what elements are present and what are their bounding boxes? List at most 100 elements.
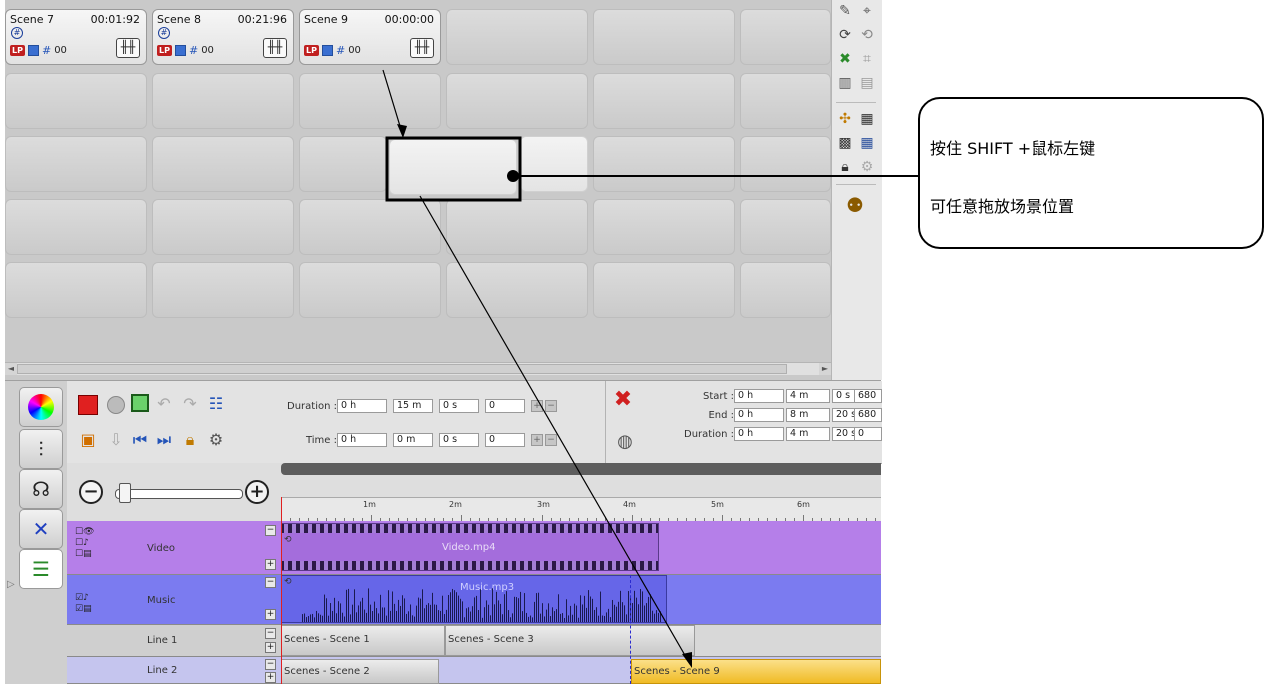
empty-scene-cell[interactable] (5, 262, 147, 318)
empty-scene-cell[interactable] (593, 262, 735, 318)
line-2-lane[interactable]: Scenes - Scene 2 Scenes - Scene 9 (281, 657, 881, 684)
range-duration-minutes-field[interactable]: 4 m (786, 427, 830, 441)
redo-icon[interactable]: ↷ (179, 393, 201, 415)
empty-scene-cell[interactable] (740, 136, 831, 192)
empty-scene-cell[interactable] (299, 262, 441, 318)
collapse-icon[interactable]: − (265, 525, 276, 536)
music-clip[interactable]: ⟲ Music.mp3 (281, 575, 667, 623)
scene-clip[interactable]: Scenes - Scene 2 (281, 659, 439, 684)
empty-scene-cell[interactable] (740, 199, 831, 255)
next-icon[interactable]: ⏭ (153, 429, 175, 451)
end-hours-field[interactable]: 0 h (734, 408, 784, 422)
sync-icon[interactable]: ⟳ (836, 26, 854, 44)
range-duration-frames-field[interactable]: 0 (854, 427, 882, 441)
zoom-slider-knob[interactable] (119, 483, 131, 503)
pause-icon[interactable] (131, 394, 149, 412)
stop-icon[interactable] (78, 395, 98, 415)
filter-icon[interactable]: ▤ (858, 74, 876, 92)
record-icon[interactable] (107, 396, 125, 414)
dragged-scene-ghost[interactable] (389, 139, 517, 195)
duration-seconds-field[interactable]: 0 s (439, 399, 479, 413)
scene-clip[interactable]: Scenes - Scene 3 (445, 625, 695, 656)
start-frames-field[interactable]: 680 (854, 389, 882, 403)
start-minutes-field[interactable]: 4 m (786, 389, 830, 403)
range-duration-hours-field[interactable]: 0 h (734, 427, 784, 441)
scroll-right-icon[interactable]: ► (819, 363, 831, 375)
empty-scene-cell[interactable] (299, 136, 387, 192)
pin-icon[interactable]: ⌖ (858, 2, 876, 20)
curve-tab[interactable]: ✕ (19, 509, 63, 549)
empty-scene-cell[interactable] (740, 73, 831, 129)
empty-scene-cell[interactable] (299, 199, 441, 255)
fader-icon[interactable]: ╫╫ (263, 38, 287, 58)
empty-scene-cell[interactable] (152, 262, 294, 318)
scene-cell-9[interactable]: Scene 9 00:00:00 LP # 00 ╫╫ (299, 9, 441, 65)
palette-icon[interactable]: ◍ (614, 431, 636, 453)
empty-scene-cell[interactable] (5, 136, 147, 192)
empty-scene-cell[interactable] (446, 73, 588, 129)
fader-icon[interactable]: ╫╫ (116, 38, 140, 58)
timeline-scrollbar[interactable] (281, 463, 881, 475)
columns-icon[interactable]: ▥ (836, 74, 854, 92)
range-marker[interactable] (630, 575, 631, 684)
fader-icon[interactable]: ╫╫ (410, 38, 434, 58)
color-wheel-tab[interactable] (19, 387, 63, 427)
selected-scene-clip[interactable]: Scenes - Scene 9 (631, 659, 881, 684)
delete-icon[interactable]: ✖ (612, 389, 634, 411)
shuffle-icon[interactable]: ✣ (836, 110, 854, 128)
expand-icon[interactable]: + (265, 672, 276, 683)
collapse-icon[interactable]: − (265, 628, 276, 639)
zoom-out-icon[interactable]: − (79, 480, 103, 504)
empty-scene-cell[interactable] (152, 136, 294, 192)
playhead[interactable] (281, 497, 282, 684)
duration-minutes-field[interactable]: 15 m (393, 399, 433, 413)
collapse-icon[interactable]: − (265, 659, 276, 670)
duration-hours-field[interactable]: 0 h (337, 399, 387, 413)
empty-scene-cell[interactable] (446, 9, 588, 65)
zoom-slider[interactable] (115, 489, 243, 499)
grid-small-icon[interactable]: ▩ (836, 134, 854, 152)
scene-cell-7[interactable]: Scene 7 00:01:92 # LP # 00 ╫╫ (5, 9, 147, 65)
time-scale[interactable]: 1m 2m 3m 4m 5m 6m (281, 497, 881, 522)
people-icon[interactable]: ⚉ (840, 195, 870, 222)
decrement-icon[interactable]: − (545, 434, 557, 446)
mixer-tab[interactable]: ⫶ (19, 429, 63, 469)
collapse-arrow-icon[interactable]: ▷ (7, 579, 15, 590)
end-minutes-field[interactable]: 8 m (786, 408, 830, 422)
audio-settings-tab[interactable]: ☊ (19, 469, 63, 509)
duration-frames-field[interactable]: 0 (485, 399, 525, 413)
scene-clip[interactable]: Scenes - Scene 1 (281, 625, 445, 656)
undo-icon[interactable]: ↶ (153, 393, 175, 415)
music-track-lane[interactable]: ⟲ Music.mp3 (281, 575, 881, 625)
line-1-lane[interactable]: Scenes - Scene 1 Scenes - Scene 3 (281, 625, 881, 657)
list-icon[interactable]: ☷ (205, 393, 227, 415)
timeline-tab[interactable]: ☰ (19, 549, 63, 589)
scroll-thumb[interactable] (17, 364, 787, 374)
track-toggles[interactable]: ☐👁︎ ☐♪ ☐▤ (75, 527, 95, 560)
expand-icon[interactable]: + (265, 559, 276, 570)
zoom-in-icon[interactable]: + (245, 480, 269, 504)
video-clip[interactable]: ⟲ Video.mp4 (281, 523, 659, 571)
end-frames-field[interactable]: 680 (854, 408, 882, 422)
download-icon[interactable]: ⇩ (105, 429, 127, 451)
time-seconds-field[interactable]: 0 s (439, 433, 479, 447)
empty-scene-cell[interactable] (299, 73, 441, 129)
start-hours-field[interactable]: 0 h (734, 389, 784, 403)
grid-link-icon[interactable]: ▦ (858, 134, 876, 152)
scroll-left-icon[interactable]: ◄ (5, 363, 17, 375)
empty-scene-cell[interactable] (5, 199, 147, 255)
empty-scene-cell[interactable] (152, 73, 294, 129)
time-frames-field[interactable]: 0 (485, 433, 525, 447)
increment-icon[interactable]: + (531, 434, 543, 446)
empty-scene-cell[interactable] (446, 199, 588, 255)
empty-scene-cell[interactable] (593, 136, 735, 192)
lock-icon[interactable]: 🔒︎ (179, 429, 201, 451)
settings-icon[interactable]: ⚙ (205, 429, 227, 451)
video-track-lane[interactable]: ⟲ Video.mp4 (281, 521, 881, 575)
drop-target-cell[interactable] (520, 136, 588, 192)
unsync-icon[interactable]: ⟲ (858, 26, 876, 44)
empty-scene-cell[interactable] (740, 262, 831, 318)
lock-icon[interactable]: 🔒︎ (836, 158, 854, 176)
increment-icon[interactable]: + (531, 400, 543, 412)
empty-scene-cell[interactable] (740, 9, 831, 65)
